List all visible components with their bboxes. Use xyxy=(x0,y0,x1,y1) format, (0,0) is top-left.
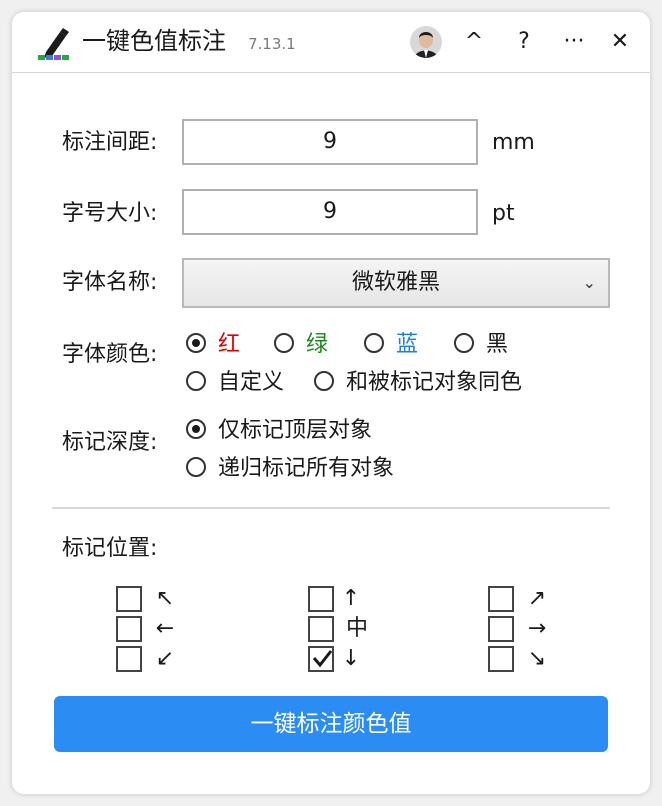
font-size-label: 字号大小: xyxy=(62,201,158,226)
color-option-blue[interactable]: 蓝 xyxy=(364,330,418,360)
radio-label: 仅标记顶层对象 xyxy=(218,418,373,443)
radio-icon xyxy=(364,333,384,353)
radio-icon xyxy=(186,457,206,477)
position-label: 标记位置: xyxy=(62,536,158,561)
radio-label: 和被标记对象同色 xyxy=(346,370,523,395)
spacing-unit: mm xyxy=(492,130,535,155)
arrow-down-icon: ↓ xyxy=(341,646,361,671)
font-name-value: 微软雅黑 xyxy=(351,270,440,295)
arrow-up-right-icon: ↗ xyxy=(527,586,547,611)
font-name-select[interactable]: 微软雅黑 ⌄ xyxy=(182,258,610,308)
depth-label: 标记深度: xyxy=(62,430,158,455)
help-button[interactable]: ? xyxy=(508,26,540,58)
spacing-input[interactable]: 9 xyxy=(182,119,478,165)
radio-label: 递归标记所有对象 xyxy=(218,456,395,481)
arrow-down-left-icon: ↙ xyxy=(155,646,175,671)
color-option-black[interactable]: 黑 xyxy=(454,330,508,360)
radio-label: 自定义 xyxy=(218,370,285,395)
arrow-right-icon: → xyxy=(527,616,547,641)
annotate-color-button[interactable]: 一键标注颜色值 xyxy=(54,696,608,752)
section-divider xyxy=(52,507,610,509)
center-label: 中 xyxy=(345,616,368,641)
pencil-logo-icon xyxy=(38,28,69,60)
position-checkbox-left[interactable] xyxy=(116,616,142,642)
position-checkbox-bottom[interactable] xyxy=(308,646,334,672)
position-checkbox-top[interactable] xyxy=(308,586,334,612)
position-checkbox-bottom-left[interactable] xyxy=(116,646,142,672)
more-button[interactable]: ··· xyxy=(558,26,590,58)
font-color-label: 字体颜色: xyxy=(62,342,158,367)
title-bar: 一键色值标注 7.13.1 ^ ? ··· ✕ xyxy=(12,12,650,73)
radio-icon xyxy=(186,419,206,439)
depth-option-recursive[interactable]: 递归标记所有对象 xyxy=(186,454,394,484)
plugin-window: 一键色值标注 7.13.1 ^ ? ··· ✕ 标注间距: 9 mm 字号大小:… xyxy=(12,12,650,794)
position-checkbox-top-left[interactable] xyxy=(116,586,142,612)
close-button[interactable]: ✕ xyxy=(604,26,636,58)
arrow-down-right-icon: ↘ xyxy=(527,646,547,671)
arrow-up-icon: ↑ xyxy=(341,586,361,611)
font-size-unit: pt xyxy=(492,201,515,226)
radio-label: 黑 xyxy=(486,332,509,357)
position-checkbox-bottom-right[interactable] xyxy=(488,646,514,672)
user-avatar[interactable] xyxy=(410,26,442,58)
radio-label: 绿 xyxy=(306,332,329,357)
chevron-down-icon: ⌄ xyxy=(582,273,596,292)
arrow-left-icon: ← xyxy=(155,616,175,641)
collapse-button[interactable]: ^ xyxy=(458,26,490,58)
arrow-up-left-icon: ↖ xyxy=(155,586,175,611)
font-size-input[interactable]: 9 xyxy=(182,189,478,235)
app-version: 7.13.1 xyxy=(248,35,296,53)
radio-icon xyxy=(314,371,334,391)
check-icon xyxy=(312,650,332,668)
app-title: 一键色值标注 xyxy=(82,27,226,55)
color-option-same-as-object[interactable]: 和被标记对象同色 xyxy=(314,368,522,398)
radio-label: 蓝 xyxy=(396,332,419,357)
position-checkbox-top-right[interactable] xyxy=(488,586,514,612)
radio-icon xyxy=(274,333,294,353)
depth-option-top-level[interactable]: 仅标记顶层对象 xyxy=(186,416,372,446)
color-option-red[interactable]: 红 xyxy=(186,330,240,360)
position-checkbox-center[interactable] xyxy=(308,616,334,642)
avatar-image xyxy=(410,26,442,58)
color-option-custom[interactable]: 自定义 xyxy=(186,368,284,398)
color-option-green[interactable]: 绿 xyxy=(274,330,328,360)
font-name-label: 字体名称: xyxy=(62,270,158,295)
position-checkbox-right[interactable] xyxy=(488,616,514,642)
radio-icon xyxy=(186,333,206,353)
radio-label: 红 xyxy=(218,332,241,357)
radio-icon xyxy=(454,333,474,353)
radio-icon xyxy=(186,371,206,391)
spacing-label: 标注间距: xyxy=(62,130,158,155)
